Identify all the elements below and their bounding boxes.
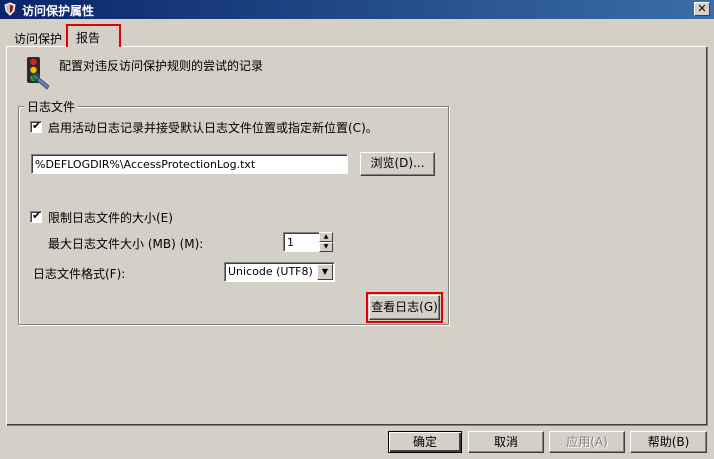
max-size-input[interactable] — [283, 232, 320, 252]
shield-icon — [4, 2, 16, 16]
spin-down-button[interactable]: ▼ — [319, 242, 333, 252]
close-button[interactable]: ✕ — [694, 2, 710, 16]
format-label: 日志文件格式(F): — [33, 267, 126, 281]
format-dropdown-button[interactable]: ▼ — [317, 264, 333, 280]
arrow-down-icon: ▼ — [323, 243, 329, 250]
tab-access-protection[interactable]: 访问保护 — [8, 27, 68, 47]
view-log-button[interactable]: 查看日志(G) — [369, 295, 440, 320]
browse-button[interactable]: 浏览(D)... — [360, 152, 435, 176]
limit-size-label[interactable]: 限制日志文件的大小(E) — [48, 209, 173, 226]
ok-button[interactable]: 确定 — [388, 431, 462, 453]
apply-button[interactable]: 应用(A) — [549, 431, 625, 453]
logfile-group-label: 日志文件 — [24, 98, 79, 115]
chevron-down-icon: ▼ — [321, 267, 329, 276]
enable-logging-label[interactable]: 启用活动日志记录并接受默认日志文件位置或指定新位置(C)。 — [48, 119, 378, 136]
enable-logging-checkbox[interactable] — [30, 119, 42, 133]
help-button[interactable]: 帮助(B) — [630, 431, 707, 453]
close-icon: ✕ — [697, 2, 707, 15]
format-selected-value: Unicode (UTF8) — [228, 265, 313, 278]
logfile-path-input[interactable] — [31, 154, 348, 174]
title-bar[interactable]: 访问保护属性 — [0, 0, 714, 19]
spin-up-button[interactable]: ▲ — [319, 232, 333, 242]
description-text: 配置对违反访问保护规则的尝试的记录 — [59, 59, 264, 73]
tab-report[interactable]: 报告 — [66, 24, 121, 47]
limit-size-checkbox[interactable] — [30, 209, 42, 223]
window-title: 访问保护属性 — [22, 4, 95, 18]
max-size-label: 最大日志文件大小 (MB) (M): — [48, 237, 204, 251]
cancel-button[interactable]: 取消 — [468, 431, 544, 453]
arrow-up-icon: ▲ — [323, 233, 329, 240]
traffic-light-icon — [27, 57, 50, 90]
